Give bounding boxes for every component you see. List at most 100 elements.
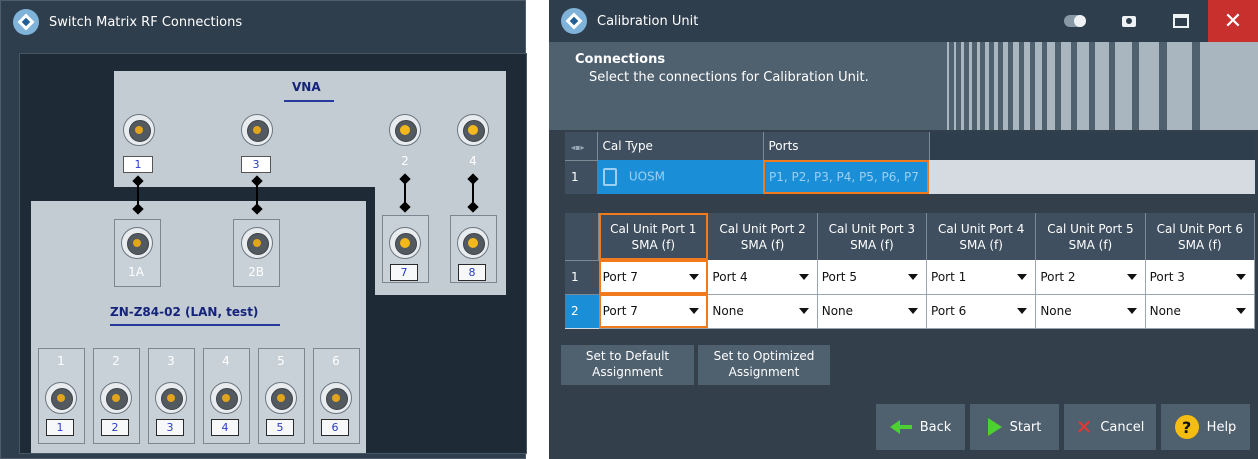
cal-type-value: UOSM xyxy=(628,169,666,184)
decorative-stripe xyxy=(1013,42,1019,130)
dropdown-arrow-icon xyxy=(689,308,700,314)
decorative-stripe xyxy=(1115,42,1132,130)
select-value: Port 7 xyxy=(602,269,638,284)
cal-unit-port-2-header[interactable]: Cal Unit Port 2 SMA (f) xyxy=(707,213,818,260)
matrix-output-6-box: 6 xyxy=(321,419,349,436)
cal-type-table: ◂▪▸ Cal Type Ports 1 UOSM P1, P2, P3, P4… xyxy=(565,132,1255,194)
table-row[interactable]: 1 UOSM P1, P2, P3, P4, P5, P6, P7 xyxy=(565,159,1255,194)
port-select-r1-c4[interactable]: Port 1 xyxy=(926,260,1037,295)
close-button[interactable]: ✕ xyxy=(1208,0,1258,42)
port-select-r1-c2[interactable]: Port 4 xyxy=(707,260,818,295)
cal-type-cell[interactable]: UOSM xyxy=(597,160,763,194)
decorative-stripe xyxy=(994,42,998,130)
set-default-assignment-button[interactable]: Set to Default Assignment xyxy=(561,345,694,385)
matrix-output-3-label: 3 xyxy=(167,354,175,368)
port-select-r1-c3[interactable]: Port 5 xyxy=(817,260,928,295)
section-title: Connections xyxy=(575,52,666,67)
vna-port-3-label: 3 xyxy=(241,156,271,173)
decorative-stripe xyxy=(1167,42,1192,130)
matrix-input-1a-connector-icon[interactable] xyxy=(121,227,153,259)
port-select-r1-c6[interactable]: Port 3 xyxy=(1145,260,1256,295)
cal-unit-port-3-header[interactable]: Cal Unit Port 3 SMA (f) xyxy=(817,213,928,260)
decorative-stripe xyxy=(954,42,956,130)
dropdown-arrow-icon xyxy=(1017,273,1028,280)
vna-port-2-connector-icon[interactable] xyxy=(389,114,421,146)
matrix-output-4-label: 4 xyxy=(222,354,230,368)
matrix-output-6-label: 6 xyxy=(332,354,340,368)
select-value: None xyxy=(821,304,854,318)
help-icon: ? xyxy=(1174,415,1199,439)
port-select-r1-c1[interactable]: Port 7 xyxy=(598,260,709,295)
matrix-label: ZN-Z84-02 (LAN, test) xyxy=(110,305,259,319)
port-select-r2-c5[interactable]: None xyxy=(1035,294,1146,329)
port-select-r2-c4[interactable]: Port 6 xyxy=(926,294,1037,329)
port-8-connector-icon[interactable] xyxy=(457,227,489,259)
table-corner xyxy=(565,213,600,260)
matrix-output-2-connector-icon[interactable] xyxy=(100,382,132,414)
matrix-output-5-box: 5 xyxy=(266,419,294,436)
close-icon: ✕ xyxy=(1223,8,1243,34)
rs-logo-icon xyxy=(561,8,587,34)
port-select-r2-c2[interactable]: None xyxy=(707,294,818,329)
dropdown-arrow-icon xyxy=(908,273,919,280)
resize-handle-icon[interactable]: ◂▪▸ xyxy=(571,143,584,152)
cal-type-header[interactable]: Cal Type xyxy=(597,132,764,160)
vna-port-1-label: 1 xyxy=(123,156,153,173)
decorative-stripe xyxy=(1035,42,1042,130)
select-value: Port 7 xyxy=(602,304,638,318)
matrix-output-4-box: 4 xyxy=(211,419,239,436)
decorative-stripe xyxy=(1024,42,1030,130)
toggle-icon xyxy=(1064,15,1086,27)
vna-port-2-label: 2 xyxy=(401,154,409,168)
port-assignment-table: Cal Unit Port 1 SMA (f) Cal Unit Port 2 … xyxy=(565,213,1256,329)
back-label: Back xyxy=(919,419,952,435)
select-value: Port 3 xyxy=(1149,269,1185,284)
matrix-output-1-connector-icon[interactable] xyxy=(45,382,77,414)
decorative-stripe xyxy=(947,42,949,130)
dropdown-arrow-icon xyxy=(1236,273,1246,280)
cancel-button[interactable]: ✕ Cancel xyxy=(1064,404,1156,450)
cal-unit-port-1-header[interactable]: Cal Unit Port 1 SMA (f) xyxy=(598,213,709,260)
port-7-connector-icon[interactable] xyxy=(389,227,421,259)
vna-label: VNA xyxy=(292,80,321,94)
start-button[interactable]: Start xyxy=(970,404,1059,450)
set-optimized-assignment-button[interactable]: Set to Optimized Assignment xyxy=(698,345,830,385)
start-label: Start xyxy=(1009,419,1042,435)
port-7-label: 7 xyxy=(390,264,418,281)
select-value: None xyxy=(712,304,744,318)
dropdown-arrow-icon xyxy=(798,273,809,280)
toggle-button[interactable] xyxy=(1055,0,1095,42)
window-title: Calibration Unit xyxy=(597,13,699,29)
vna-port-4-connector-icon[interactable] xyxy=(457,114,489,146)
table-corner: ◂▪▸ xyxy=(565,132,598,160)
cal-unit-port-4-header[interactable]: Cal Unit Port 4 SMA (f) xyxy=(926,213,1037,260)
cal-unit-port-5-header[interactable]: Cal Unit Port 5 SMA (f) xyxy=(1035,213,1146,260)
vna-port-4-label: 4 xyxy=(469,154,477,168)
matrix-output-3-connector-icon[interactable] xyxy=(155,382,187,414)
help-button[interactable]: ? Help xyxy=(1161,404,1250,450)
port-select-r2-c1[interactable]: Port 7 xyxy=(598,294,709,329)
matrix-output-4-connector-icon[interactable] xyxy=(210,382,242,414)
vna-port-1-connector-icon[interactable] xyxy=(123,114,155,146)
ports-header[interactable]: Ports xyxy=(763,132,930,160)
port-select-r2-c3[interactable]: None xyxy=(817,294,928,329)
port-8-label: 8 xyxy=(458,264,486,281)
decorative-stripe xyxy=(977,42,980,130)
maximize-button[interactable] xyxy=(1161,0,1201,42)
dropdown-arrow-icon xyxy=(1017,308,1028,314)
title-bar: Switch Matrix RF Connections xyxy=(1,1,525,43)
row-number: 2 xyxy=(565,293,599,328)
matrix-input-2b-connector-icon[interactable] xyxy=(241,227,273,259)
matrix-output-5-connector-icon[interactable] xyxy=(265,382,297,414)
matrix-output-6-connector-icon[interactable] xyxy=(320,382,352,414)
port-select-r2-c6[interactable]: None xyxy=(1145,294,1256,329)
back-button[interactable]: Back xyxy=(876,404,965,450)
help-label: Help xyxy=(1206,419,1237,435)
decorative-stripe xyxy=(1077,42,1089,130)
vna-port-3-connector-icon[interactable] xyxy=(241,114,273,146)
ports-cell[interactable]: P1, P2, P3, P4, P5, P6, P7 xyxy=(763,160,929,194)
screenshot-button[interactable] xyxy=(1109,0,1149,42)
port-select-r1-c5[interactable]: Port 2 xyxy=(1035,260,1146,295)
cal-unit-port-6-header[interactable]: Cal Unit Port 6 SMA (f) xyxy=(1145,213,1256,260)
table-row: 2 Port 7 None None Port 6 None None xyxy=(565,293,1256,329)
